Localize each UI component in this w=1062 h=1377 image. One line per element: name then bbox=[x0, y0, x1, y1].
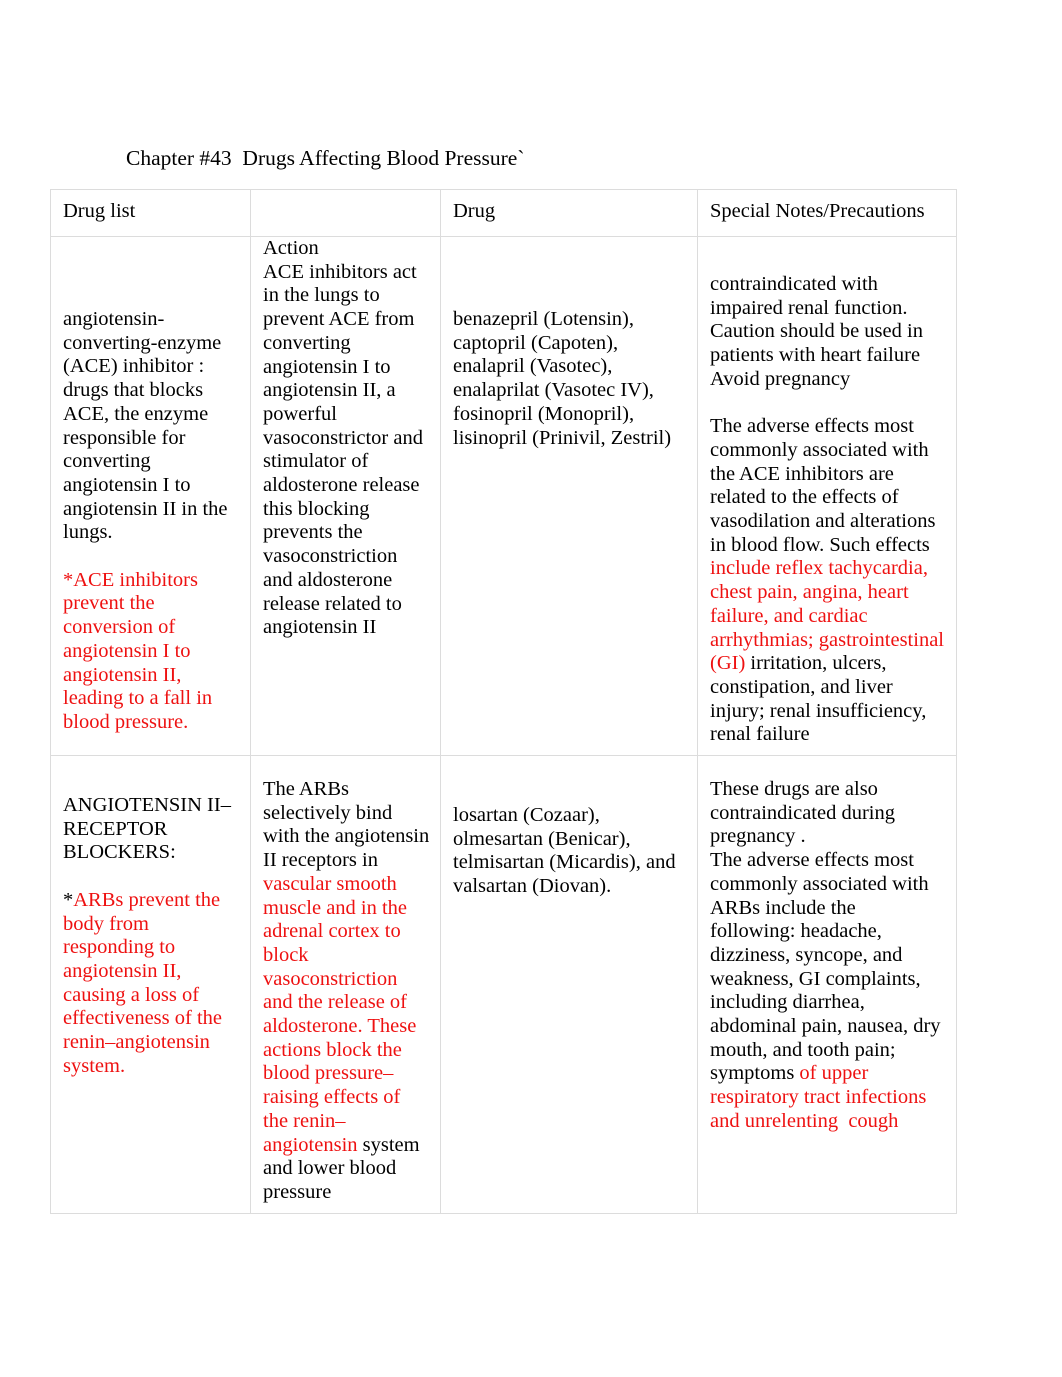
arbs-notes: These drugs are also contraindicated dur… bbox=[710, 778, 946, 1134]
ace-notes-adverse-effects: The adverse effects most commonly associ… bbox=[710, 415, 946, 747]
arbs-action-highlight: vascular smooth muscle and in the adrena… bbox=[263, 872, 417, 1156]
ace-drug-list-description: angiotensin-converting-enzyme (ACE) inhi… bbox=[63, 308, 228, 544]
table-header-row: Drug list Drug Special Notes/Precautions bbox=[50, 189, 957, 237]
ace-action-description: ACE inhibitors act in the lungs to preve… bbox=[263, 260, 423, 639]
arbs-drug-list-highlight-text: ARBs prevent the body from responding to… bbox=[63, 888, 222, 1077]
column-header-drug: Drug bbox=[453, 200, 496, 222]
arbs-notes-black: These drugs are also contraindicated dur… bbox=[710, 778, 941, 1085]
column-header-blank bbox=[251, 190, 440, 230]
table-row-ace-inhibitors: angiotensin-converting-enzyme (ACE) inhi… bbox=[50, 235, 957, 757]
arbs-action-lead: The ARBs selectively bind with the angio… bbox=[263, 778, 430, 872]
arbs-action-description: The ARBs selectively bind with the angio… bbox=[263, 778, 430, 1205]
column-header-special-notes: Special Notes/Precautions bbox=[710, 200, 925, 222]
action-column-label: Action bbox=[263, 237, 319, 259]
ace-drug-list-highlight: *ACE inhibitors prevent the conversion o… bbox=[63, 568, 213, 733]
drugs-table: Drug list Drug Special Notes/Precautions… bbox=[50, 189, 957, 1214]
arbs-drug-list-heading: ANGIOTENSIN II–RECEPTOR BLOCKERS: bbox=[63, 794, 231, 864]
header-cell-drug-list: Drug list bbox=[50, 189, 251, 237]
arbs-drug-names: losartan (Cozaar), olmesartan (Benicar),… bbox=[453, 804, 676, 898]
cell-drug-list-arbs: ANGIOTENSIN II–RECEPTOR BLOCKERS: *ARBs … bbox=[50, 755, 251, 1214]
header-cell-blank bbox=[250, 189, 441, 237]
page-title: Chapter #43 Drugs Affecting Blood Pressu… bbox=[126, 146, 525, 170]
cell-notes-ace: contraindicated with impaired renal func… bbox=[697, 235, 957, 757]
ace-notes-adverse-lead: The adverse effects most commonly associ… bbox=[710, 415, 936, 556]
cell-drug-arbs: losartan (Cozaar), olmesartan (Benicar),… bbox=[440, 755, 698, 1214]
arbs-drug-list-highlight: *ARBs prevent the body from responding t… bbox=[63, 889, 240, 1079]
cell-action-ace: Action ACE inhibitors act in the lungs t… bbox=[250, 235, 441, 757]
document-page: Chapter #43 Drugs Affecting Blood Pressu… bbox=[0, 0, 1062, 1377]
arbs-asterisk: * bbox=[63, 888, 74, 911]
table-row-arbs: ANGIOTENSIN II–RECEPTOR BLOCKERS: *ARBs … bbox=[50, 755, 957, 1214]
cell-action-arbs: The ARBs selectively bind with the angio… bbox=[250, 755, 441, 1214]
ace-notes-contraindications: contraindicated with impaired renal func… bbox=[710, 273, 923, 390]
cell-notes-arbs: These drugs are also contraindicated dur… bbox=[697, 755, 957, 1214]
column-header-drug-list: Drug list bbox=[63, 200, 136, 222]
cell-drug-list-ace: angiotensin-converting-enzyme (ACE) inhi… bbox=[50, 235, 251, 757]
header-cell-special-notes: Special Notes/Precautions bbox=[697, 189, 957, 237]
header-cell-drug: Drug bbox=[440, 189, 698, 237]
cell-drug-ace: benazepril (Lotensin), captopril (Capote… bbox=[440, 235, 698, 757]
ace-drug-names: benazepril (Lotensin), captopril (Capote… bbox=[453, 308, 672, 449]
